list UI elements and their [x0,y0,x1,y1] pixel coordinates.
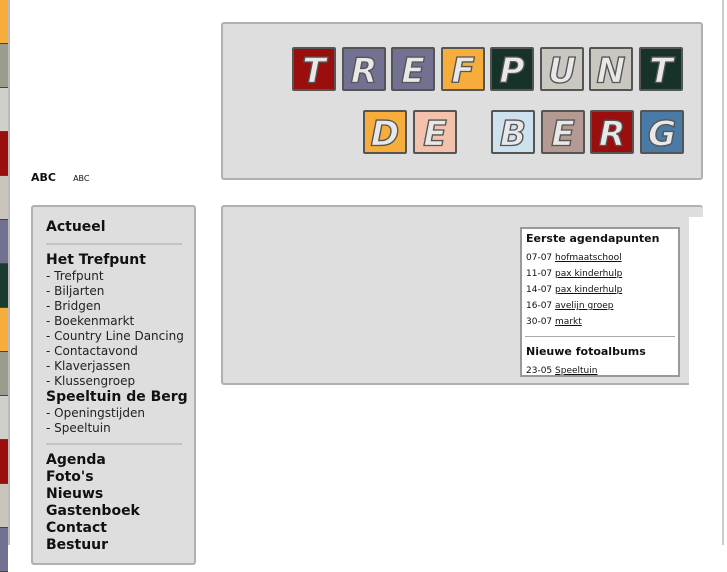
menu-item[interactable]: Bestuur [46,537,194,554]
agenda-link[interactable]: hofmaatschool [555,253,622,263]
date: 07-07 [526,253,553,263]
menu-item[interactable]: Contact [46,520,194,537]
agenda-row: 11-07 pax kinderhulp [526,266,675,282]
logo-tile: T [292,47,336,92]
svg-text:E: E [423,115,447,152]
svg-text:E: E [401,52,425,89]
submenu-item[interactable]: - Bridgen [46,299,194,314]
date: 23-05 [526,366,553,376]
agenda-row: 16-07 avelijn groep [526,298,675,314]
decorative-color-strip [0,0,8,572]
menu-item[interactable]: Nieuws [46,486,194,503]
svg-text:D: D [371,115,400,152]
logo-tile: U [540,47,584,92]
strip-block [0,0,8,44]
strip-block [0,528,8,572]
logo-tile: T [639,47,683,92]
strip-block [0,220,8,264]
logo-tile: E [391,47,435,92]
strip-block [0,484,8,528]
menu-item[interactable]: Foto's [46,469,194,486]
date: 14-07 [526,285,553,295]
submenu-item[interactable]: - Trefpunt [46,269,194,284]
agenda-link[interactable]: avelijn groep [555,301,613,311]
divider [46,243,182,245]
agenda-row: 14-07 pax kinderhulp [526,282,675,298]
divider [722,0,724,545]
font-size-switcher: ABC ABC [31,166,101,185]
svg-text:U: U [548,52,576,89]
logo-tile: R [590,110,634,155]
svg-text:E: E [551,115,575,152]
agenda-panel: Eerste agendapunten 07-07 hofmaatschool 1… [520,227,680,377]
logo-tile: R [342,47,386,92]
strip-block [0,352,8,396]
strip-block [0,396,8,440]
date: 30-07 [526,317,553,327]
submenu-item[interactable]: - Biljarten [46,284,194,299]
agenda-row: 23-05 Speeltuin [526,363,675,379]
agenda-link[interactable]: pax kinderhulp [555,285,622,295]
date: 16-07 [526,301,553,311]
submenu-item[interactable]: - Contactavond [46,344,194,359]
menu-item[interactable]: Agenda [46,452,194,469]
submenu-item[interactable]: - Klaverjassen [46,359,194,374]
font-small-button[interactable]: ABC [73,174,89,183]
agenda-title: Eerste agendapunten [526,232,660,245]
date: 11-07 [526,269,553,279]
agenda-link[interactable]: Speeltuin [555,366,597,376]
logo-tile: G [640,110,684,155]
submenu-item[interactable]: - Klussengroep [46,374,194,389]
logo-tile: E [541,110,585,155]
menu-item-speeltuin[interactable]: Speeltuin de Berg [46,389,194,406]
svg-text:T: T [649,52,675,89]
logo-tile: D [363,110,407,155]
logo-tile: N [589,47,633,92]
strip-block [0,264,8,308]
logo-tile: B [491,110,535,155]
scroll-gutter [689,217,703,387]
submenu-item[interactable]: - Speeltuin [46,421,194,436]
agenda-link[interactable]: pax kinderhulp [555,269,622,279]
svg-text:R: R [351,52,378,89]
divider [46,443,182,445]
agenda-row: 07-07 hofmaatschool [526,250,675,266]
albums-title: Nieuwe fotoalbums [526,345,646,358]
svg-text:R: R [599,115,626,152]
svg-text:N: N [597,52,626,89]
submenu-item[interactable]: - Openingstijden [46,406,194,421]
svg-text:T: T [302,52,328,89]
sidebar-menu: Actueel Het Trefpunt - Trefpunt - Biljart… [31,205,196,565]
svg-text:B: B [500,115,526,152]
strip-block [0,132,8,176]
submenu-item[interactable]: - Country Line Dancing [46,329,194,344]
menu-item-het-trefpunt[interactable]: Het Trefpunt [46,252,194,269]
menu-item[interactable]: Gastenboek [46,503,194,520]
strip-block [0,44,8,88]
header-logo-banner: TREFPUNTDEBERG [221,22,703,180]
logo-tile: P [490,47,534,92]
svg-text:G: G [648,115,676,152]
font-large-button[interactable]: ABC [31,171,56,184]
strip-block [0,440,8,484]
menu-item-actueel[interactable]: Actueel [46,219,194,236]
logo-tile: E [413,110,457,155]
divider [525,336,675,337]
strip-block [0,176,8,220]
agenda-link[interactable]: markt [555,317,582,327]
strip-block [0,308,8,352]
logo-tile: F [441,47,485,92]
divider [8,0,10,545]
submenu-item[interactable]: - Boekenmarkt [46,314,194,329]
svg-text:P: P [499,52,524,89]
strip-block [0,88,8,132]
agenda-row: 30-07 markt [526,314,675,330]
svg-text:F: F [451,52,475,89]
